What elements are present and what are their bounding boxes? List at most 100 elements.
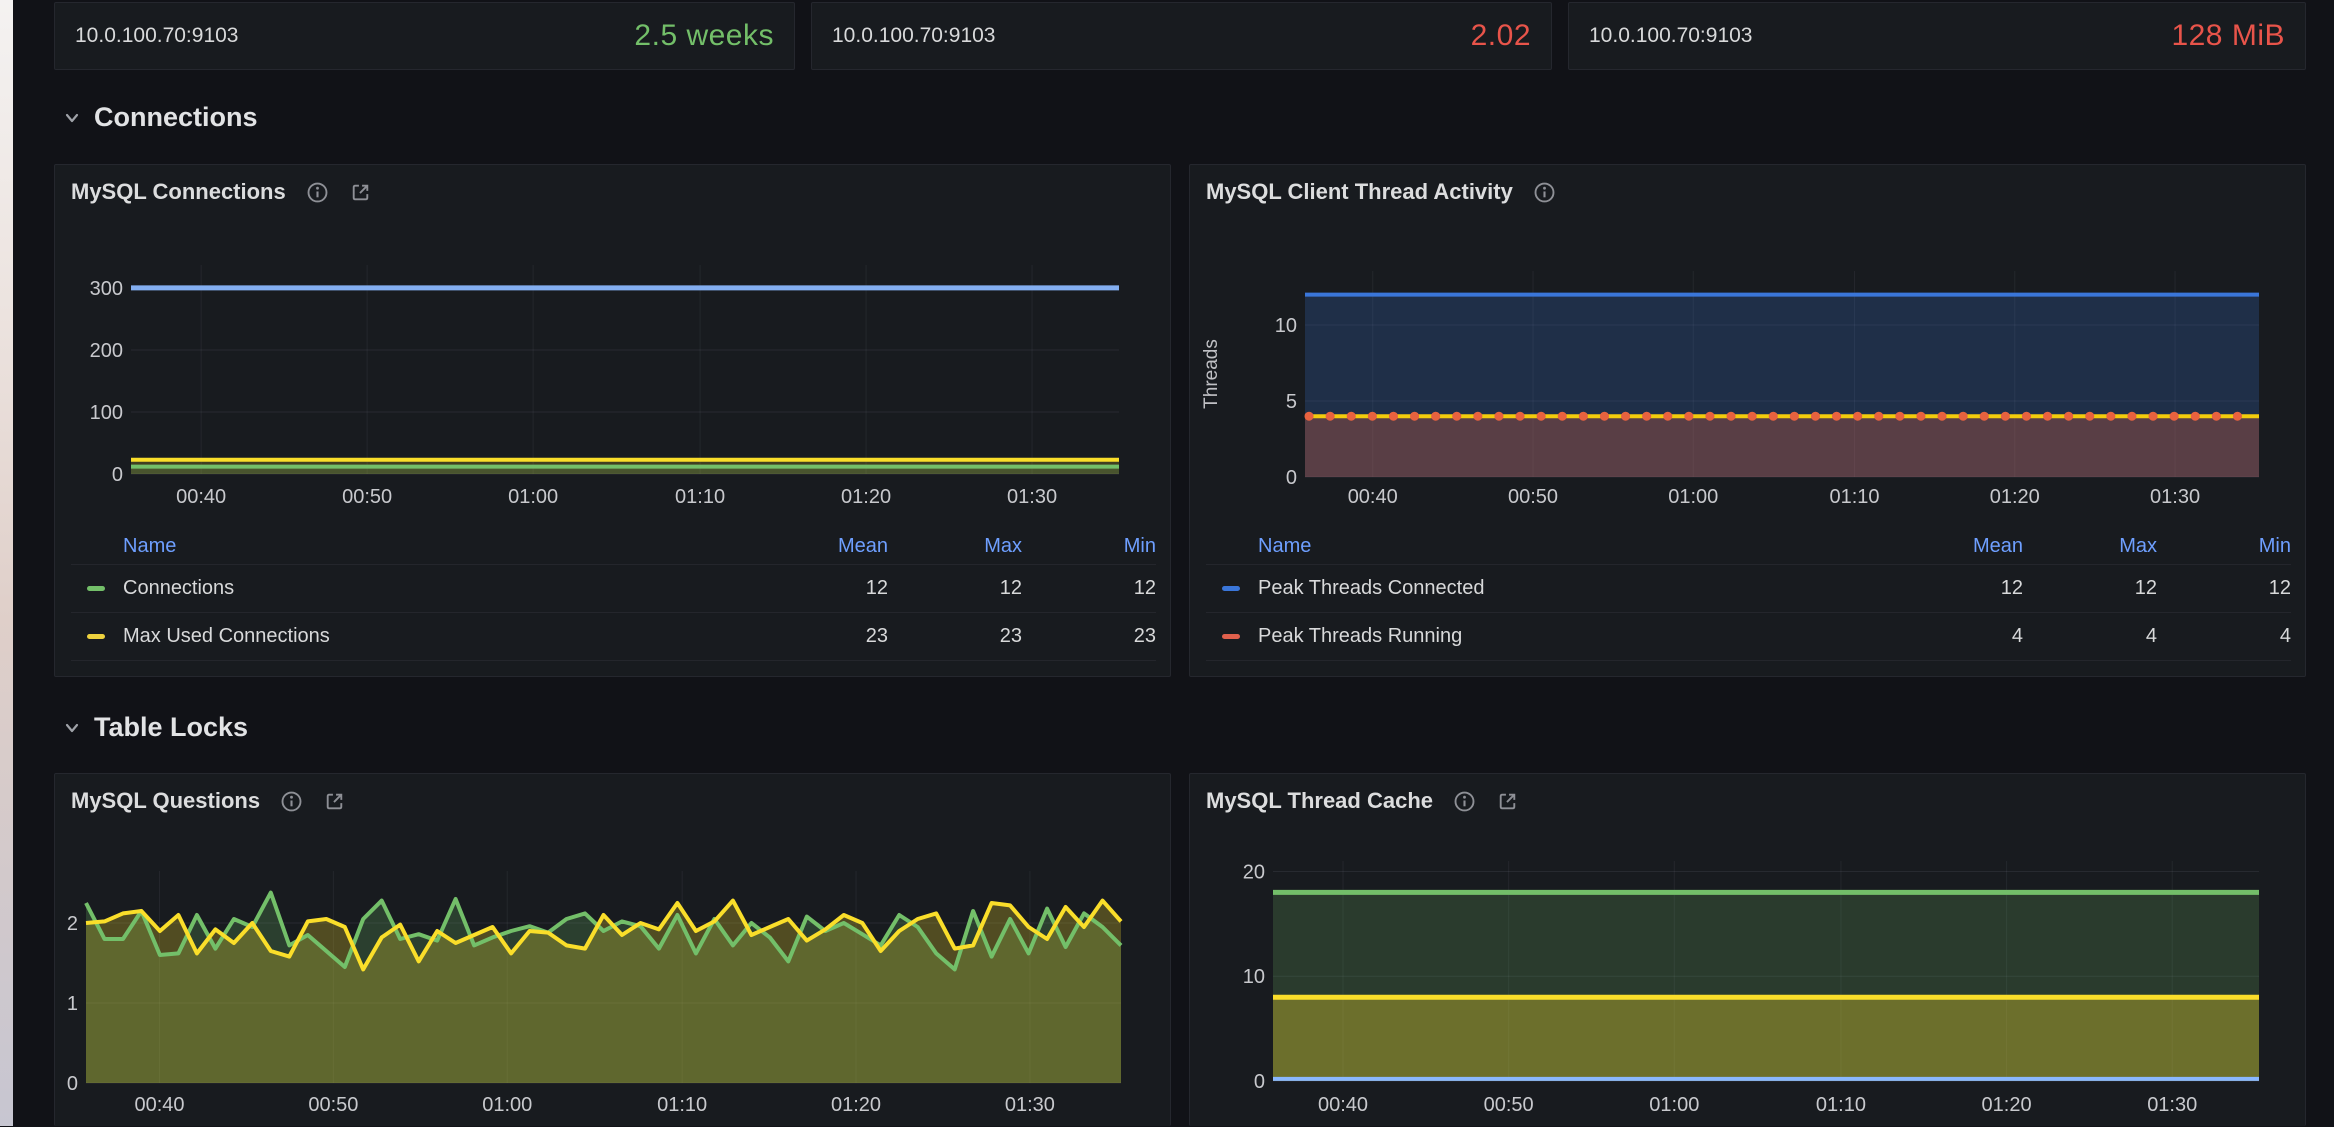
svg-text:5: 5 bbox=[1286, 391, 1297, 413]
panel-header[interactable]: MySQL Client Thread Activity bbox=[1206, 177, 1556, 207]
legend-column-header[interactable]: Max bbox=[888, 535, 1022, 558]
series-max: 12 bbox=[2023, 577, 2157, 600]
chevron-down-icon bbox=[62, 718, 82, 738]
info-circle-icon[interactable] bbox=[1453, 790, 1476, 813]
series-max: 12 bbox=[888, 577, 1022, 600]
legend-column-header[interactable]: Min bbox=[1022, 535, 1156, 558]
series-min: 12 bbox=[1022, 577, 1156, 600]
panel-mysql-questions: MySQL Questions 01200:4000:5001:0001:100… bbox=[54, 773, 1171, 1126]
legend-table: NameMeanMaxMin Peak Threads Connected 12… bbox=[1206, 529, 2291, 661]
panel-title[interactable]: MySQL Questions bbox=[71, 788, 260, 814]
svg-text:0: 0 bbox=[67, 1073, 78, 1095]
series-label[interactable]: Peak Threads Running bbox=[1258, 625, 1462, 648]
svg-text:0: 0 bbox=[1254, 1071, 1265, 1093]
chevron-down-icon bbox=[62, 108, 82, 128]
legend-column-header[interactable]: Max bbox=[2023, 535, 2157, 558]
svg-text:01:00: 01:00 bbox=[482, 1094, 532, 1116]
svg-text:01:20: 01:20 bbox=[841, 486, 891, 508]
external-link-icon[interactable] bbox=[1496, 790, 1519, 813]
panel-header[interactable]: MySQL Questions bbox=[71, 786, 346, 816]
svg-text:2: 2 bbox=[67, 913, 78, 935]
panel-title[interactable]: MySQL Thread Cache bbox=[1206, 788, 1433, 814]
legend-column-header[interactable]: Name bbox=[1222, 535, 1889, 558]
section-title: Table Locks bbox=[94, 712, 248, 743]
svg-text:01:30: 01:30 bbox=[1005, 1094, 1055, 1116]
section-table-locks[interactable]: Table Locks bbox=[62, 712, 248, 743]
section-connections[interactable]: Connections bbox=[62, 102, 258, 133]
svg-text:01:00: 01:00 bbox=[508, 486, 558, 508]
time-series-chart[interactable]: 01200:4000:5001:0001:1001:2001:30 bbox=[55, 774, 1172, 1127]
legend-row[interactable]: Connections 12 12 12 bbox=[71, 565, 1156, 613]
info-circle-icon[interactable] bbox=[280, 790, 303, 813]
svg-text:01:10: 01:10 bbox=[657, 1094, 707, 1116]
panel-title[interactable]: MySQL Connections bbox=[71, 179, 286, 205]
series-mean: 4 bbox=[1889, 625, 2023, 648]
time-series-chart[interactable]: 0102000:4000:5001:0001:1001:2001:30 bbox=[1190, 774, 2307, 1127]
series-mean: 12 bbox=[754, 577, 888, 600]
svg-text:00:40: 00:40 bbox=[1318, 1094, 1368, 1116]
svg-text:01:20: 01:20 bbox=[831, 1094, 881, 1116]
info-circle-icon[interactable] bbox=[306, 181, 329, 204]
section-title: Connections bbox=[94, 102, 258, 133]
svg-text:100: 100 bbox=[90, 402, 123, 424]
stat-value: 128 MiB bbox=[2171, 19, 2285, 53]
svg-text:01:10: 01:10 bbox=[1816, 1094, 1866, 1116]
legend-row[interactable]: Max Used Connections 23 23 23 bbox=[71, 613, 1156, 661]
legend-column-header[interactable]: Min bbox=[2157, 535, 2291, 558]
legend-column-header[interactable]: Mean bbox=[1889, 535, 2023, 558]
grafana-dashboard: { "stats": [ {"name": "10.0.100.70:9103"… bbox=[0, 0, 2334, 1126]
legend-header-row: NameMeanMaxMin bbox=[1206, 529, 2291, 565]
series-label[interactable]: Peak Threads Connected bbox=[1258, 577, 1484, 600]
svg-text:10: 10 bbox=[1243, 966, 1265, 988]
stat-panel-uptime: 10.0.100.70:9103 2.5 weeks bbox=[54, 2, 795, 70]
svg-text:01:30: 01:30 bbox=[2150, 486, 2200, 508]
stat-value: 2.5 weeks bbox=[634, 19, 774, 53]
svg-text:00:40: 00:40 bbox=[176, 486, 226, 508]
svg-text:1: 1 bbox=[67, 993, 78, 1015]
series-max: 4 bbox=[2023, 625, 2157, 648]
info-circle-icon[interactable] bbox=[1533, 181, 1556, 204]
series-min: 23 bbox=[1022, 625, 1156, 648]
panel-mysql-connections: MySQL Connections 0 100 200 300 00:40 00:50 01… bbox=[54, 164, 1171, 677]
stat-instance-label: 10.0.100.70:9103 bbox=[1589, 24, 1753, 48]
svg-text:00:50: 00:50 bbox=[1508, 486, 1558, 508]
svg-text:00:40: 00:40 bbox=[134, 1094, 184, 1116]
svg-text:01:30: 01:30 bbox=[1007, 486, 1057, 508]
series-color-swatch bbox=[87, 634, 105, 639]
svg-text:10: 10 bbox=[1275, 315, 1297, 337]
stat-panel-load: 10.0.100.70:9103 2.02 bbox=[811, 2, 1552, 70]
series-label[interactable]: Connections bbox=[123, 577, 234, 600]
stat-value: 2.02 bbox=[1471, 19, 1531, 53]
svg-text:Threads: Threads bbox=[1201, 339, 1222, 409]
legend-row[interactable]: Peak Threads Running 4 4 4 bbox=[1206, 613, 2291, 661]
series-mean: 12 bbox=[1889, 577, 2023, 600]
svg-text:200: 200 bbox=[90, 340, 123, 362]
svg-text:01:20: 01:20 bbox=[1990, 486, 2040, 508]
svg-text:0: 0 bbox=[112, 464, 123, 486]
panel-header[interactable]: MySQL Thread Cache bbox=[1206, 786, 1519, 816]
panel-title[interactable]: MySQL Client Thread Activity bbox=[1206, 179, 1513, 205]
panel-mysql-client-thread-activity: MySQL Client Thread Activity 051000:4000… bbox=[1189, 164, 2306, 677]
legend-column-header[interactable]: Mean bbox=[754, 535, 888, 558]
series-min: 4 bbox=[2157, 625, 2291, 648]
external-link-icon[interactable] bbox=[323, 790, 346, 813]
legend-header-row: NameMeanMaxMin bbox=[71, 529, 1156, 565]
series-color-swatch bbox=[87, 586, 105, 591]
stat-instance-label: 10.0.100.70:9103 bbox=[75, 24, 239, 48]
svg-text:01:10: 01:10 bbox=[675, 486, 725, 508]
time-series-chart[interactable]: 051000:4000:5001:0001:1001:2001:30Thread… bbox=[1190, 165, 2307, 520]
svg-text:00:50: 00:50 bbox=[1484, 1094, 1534, 1116]
time-series-chart[interactable]: 0 100 200 300 00:40 00:50 01:00 01:10 01:20 01:30 bbox=[55, 165, 1172, 520]
panel-mysql-thread-cache: MySQL Thread Cache 0 10 20 00:40 00:50 01:00 0… bbox=[1189, 773, 2306, 1126]
panel-header[interactable]: MySQL Connections bbox=[71, 177, 372, 207]
svg-text:20: 20 bbox=[1243, 861, 1265, 883]
svg-text:01:00: 01:00 bbox=[1649, 1094, 1699, 1116]
series-color-swatch bbox=[1222, 586, 1240, 591]
svg-text:00:50: 00:50 bbox=[342, 486, 392, 508]
external-link-icon[interactable] bbox=[349, 181, 372, 204]
series-label[interactable]: Max Used Connections bbox=[123, 625, 330, 648]
svg-text:00:40: 00:40 bbox=[1348, 486, 1398, 508]
legend-column-header[interactable]: Name bbox=[87, 535, 754, 558]
legend-row[interactable]: Peak Threads Connected 12 12 12 bbox=[1206, 565, 2291, 613]
svg-text:300: 300 bbox=[90, 278, 123, 300]
